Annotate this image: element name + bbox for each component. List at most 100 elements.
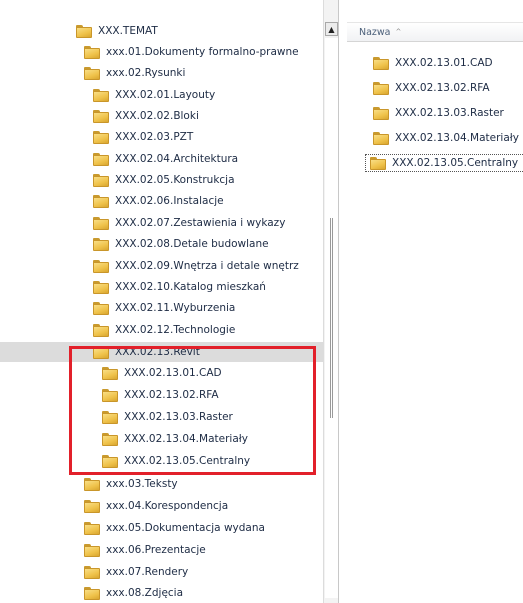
folder-icon — [93, 109, 109, 123]
folder-icon — [84, 45, 100, 59]
folder-icon — [93, 130, 109, 144]
tree-item-label: XXX.02.13.02.RFA — [124, 389, 219, 401]
tree-item[interactable]: xxx.03.Teksty — [84, 474, 178, 494]
tree-item[interactable]: XXX.02.03.PZT — [93, 127, 193, 147]
folder-icon — [84, 565, 100, 579]
tree-item[interactable]: XXX.02.13.03.Raster — [102, 407, 233, 427]
folder-icon — [93, 301, 109, 315]
tree-item-label: xxx.04.Korespondencja — [106, 500, 229, 512]
folder-icon — [84, 586, 100, 600]
tree-item-label: XXX.02.06.Instalacje — [115, 195, 224, 207]
folder-icon — [102, 366, 118, 380]
tree-item[interactable]: xxx.07.Rendery — [84, 562, 188, 582]
folder-icon — [102, 388, 118, 402]
tree-item[interactable]: xxx.05.Dokumentacja wydana — [84, 518, 265, 538]
tree-item-label: XXX.02.10.Katalog mieszkań — [115, 281, 266, 293]
tree-item-label: XXX.02.07.Zestawienia i wykazy — [115, 217, 286, 229]
folder-icon — [84, 66, 100, 80]
tree-item-label: XXX.02.01.Layouty — [115, 89, 216, 101]
folder-icon — [76, 24, 92, 38]
folder-tree-pane: XXX.TEMAT xxx.01.Dokumenty formalno-praw… — [0, 0, 323, 603]
tree-item[interactable]: XXX.02.02.Bloki — [93, 106, 199, 126]
tree-item-label: xxx.01.Dokumenty formalno-prawne — [106, 46, 299, 58]
tree-item[interactable]: XXX.02.07.Zestawienia i wykazy — [93, 213, 285, 233]
list-item-label: XXX.02.13.03.Raster — [395, 107, 504, 119]
folder-icon — [84, 477, 100, 491]
folder-icon — [93, 173, 109, 187]
tree-item-label: XXX.02.13.03.Raster — [124, 411, 233, 423]
folder-icon — [370, 156, 386, 170]
tree-item-label: xxx.08.Zdjęcia — [106, 587, 184, 599]
tree-item-label: XXX.02.12.Technologie — [115, 324, 236, 336]
tree-item[interactable]: XXX.02.05.Konstrukcja — [93, 170, 235, 190]
tree-item-label: XXX.02.02.Bloki — [115, 110, 199, 122]
folder-icon — [102, 454, 118, 468]
folder-icon — [93, 88, 109, 102]
folder-icon — [93, 280, 109, 294]
folder-icon — [102, 432, 118, 446]
vertical-scrollbar[interactable]: ▲ — [323, 0, 339, 603]
folder-icon — [84, 499, 100, 513]
tree-item-label: XXX.02.11.Wyburzenia — [115, 302, 236, 314]
folder-icon — [93, 237, 109, 251]
scroll-thumb[interactable] — [325, 38, 338, 598]
sort-ascending-icon: ^ — [395, 28, 402, 36]
folder-icon — [373, 81, 389, 95]
tree-item-label: XXX.02.13.04.Materiały — [124, 433, 248, 445]
folder-icon — [84, 543, 100, 557]
tree-item[interactable]: XXX.02.06.Instalacje — [93, 191, 224, 211]
tree-item-label: XXX.02.05.Konstrukcja — [115, 174, 235, 186]
tree-item-selected[interactable]: XXX.02.13.Revit — [0, 342, 323, 362]
tree-item-root[interactable]: XXX.TEMAT — [76, 21, 158, 41]
list-item[interactable]: XXX.02.13.02.RFA — [369, 79, 496, 97]
tree-item-label: XXX.02.08.Detale budowlane — [115, 238, 269, 250]
tree-item[interactable]: XXX.02.01.Layouty — [93, 85, 215, 105]
list-item-label: XXX.02.13.05.Centralny — [392, 157, 519, 169]
tree-item-label: XXX.02.04.Architektura — [115, 153, 239, 165]
tree-item-label: XXX.02.13.Revit — [115, 346, 200, 358]
tree-item[interactable]: xxx.04.Korespondencja — [84, 496, 228, 516]
column-header-label: Nazwa — [359, 26, 391, 38]
list-item[interactable]: XXX.02.13.01.CAD — [369, 54, 499, 72]
folder-icon — [93, 259, 109, 273]
tree-item[interactable]: XXX.02.09.Wnętrza i detale wnętrz — [93, 256, 299, 276]
tree-item[interactable]: XXX.02.08.Detale budowlane — [93, 234, 269, 254]
column-header-name[interactable]: Nazwa ^ — [347, 22, 523, 42]
tree-item-label: XXX.02.03.PZT — [115, 131, 194, 143]
tree-item-label: XXX.02.13.05.Centralny — [124, 455, 251, 467]
folder-icon — [93, 323, 109, 337]
folder-icon — [93, 216, 109, 230]
folder-icon — [373, 106, 389, 120]
tree-item[interactable]: xxx.06.Prezentacje — [84, 540, 206, 560]
file-list-pane: Nazwa ^ XXX.02.13.01.CAD XXX.02.13.02.RF… — [339, 0, 523, 603]
tree-item[interactable]: XXX.02.12.Technologie — [93, 320, 235, 340]
tree-item[interactable]: xxx.01.Dokumenty formalno-prawne — [84, 42, 299, 62]
tree-item[interactable]: XXX.02.13.02.RFA — [102, 385, 219, 405]
folder-icon — [373, 56, 389, 70]
list-item-focused[interactable]: XXX.02.13.05.Centralny — [365, 154, 523, 172]
scroll-grip — [330, 218, 333, 418]
tree-item-label: XXX.02.13.01.CAD — [124, 367, 222, 379]
folder-icon — [102, 410, 118, 424]
folder-icon — [84, 521, 100, 535]
list-item-label: XXX.02.13.04.Materiały — [395, 132, 519, 144]
tree-item-label: xxx.06.Prezentacje — [106, 544, 206, 556]
tree-item[interactable]: XXX.02.11.Wyburzenia — [93, 298, 235, 318]
tree-item[interactable]: XXX.02.13.05.Centralny — [102, 451, 250, 471]
list-item-label: XXX.02.13.02.RFA — [395, 82, 490, 94]
list-item[interactable]: XXX.02.13.04.Materiały — [369, 129, 523, 147]
tree-item[interactable]: XXX.02.10.Katalog mieszkań — [93, 277, 266, 297]
scroll-up-arrow-icon[interactable]: ▲ — [325, 22, 338, 36]
tree-item-label: xxx.07.Rendery — [106, 566, 189, 578]
list-item-label: XXX.02.13.01.CAD — [395, 57, 493, 69]
folder-icon — [93, 345, 109, 359]
tree-item-label: XXX.02.09.Wnętrza i detale wnętrz — [115, 260, 299, 272]
tree-item[interactable]: xxx.02.Rysunki — [84, 63, 185, 83]
tree-item-label: XXX.TEMAT — [98, 25, 158, 37]
folder-icon — [93, 194, 109, 208]
tree-item[interactable]: xxx.08.Zdjęcia — [84, 583, 183, 603]
list-item[interactable]: XXX.02.13.03.Raster — [369, 104, 510, 122]
tree-item[interactable]: XXX.02.13.01.CAD — [102, 363, 222, 383]
tree-item[interactable]: XXX.02.04.Architektura — [93, 149, 238, 169]
tree-item[interactable]: XXX.02.13.04.Materiały — [102, 429, 248, 449]
